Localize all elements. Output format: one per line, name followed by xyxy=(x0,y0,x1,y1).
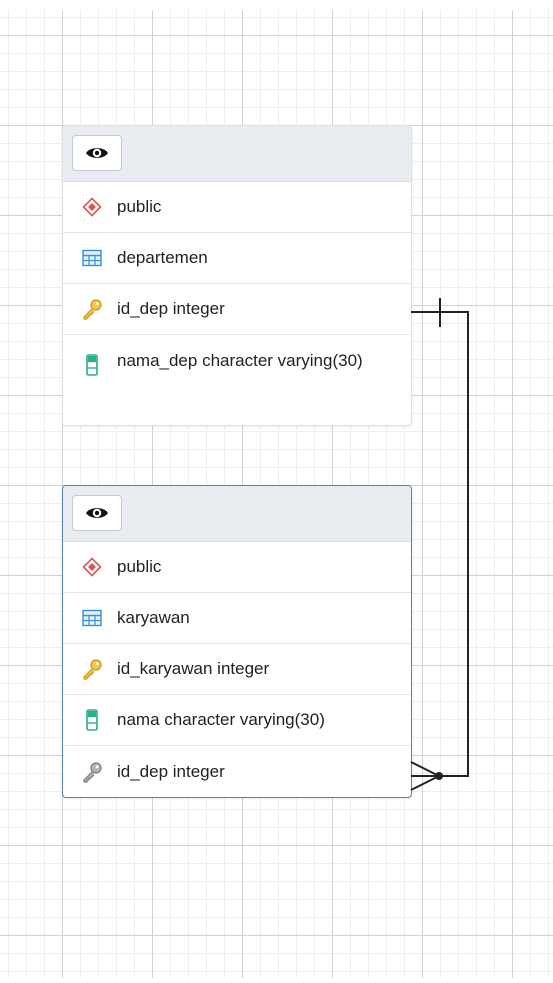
table-name-label: karyawan xyxy=(117,608,190,627)
foreign-key-icon xyxy=(80,760,104,784)
column-icon xyxy=(80,708,104,732)
relationship-junction-dot xyxy=(435,772,443,780)
schema-label: public xyxy=(117,557,162,576)
column-label: id_dep integer xyxy=(117,761,225,781)
eye-icon xyxy=(86,508,108,518)
primary-key-icon xyxy=(80,297,104,321)
column-row-nama[interactable]: nama character varying(30) xyxy=(63,695,411,746)
canvas-bottom-edge xyxy=(0,978,553,983)
column-row-id-dep[interactable]: id_dep integer xyxy=(63,284,411,335)
table-name-row[interactable]: departemen xyxy=(63,233,411,284)
eye-icon xyxy=(86,148,108,158)
table-icon xyxy=(80,246,104,270)
toggle-visibility-button[interactable] xyxy=(72,135,122,171)
column-row-id-dep-fk[interactable]: id_dep integer xyxy=(63,746,411,797)
column-label: id_karyawan integer xyxy=(117,659,270,678)
many-cardinality-marker xyxy=(410,775,440,791)
primary-key-icon xyxy=(80,657,104,681)
column-icon xyxy=(80,353,104,377)
column-label: id_dep integer xyxy=(117,299,225,318)
table-name-row[interactable]: karyawan xyxy=(63,593,411,644)
toggle-visibility-button[interactable] xyxy=(72,495,122,531)
table-node-header xyxy=(63,486,411,542)
column-label: nama character varying(30) xyxy=(117,710,325,729)
column-row-nama-dep[interactable]: nama_dep character varying(30) xyxy=(63,335,411,425)
schema-icon xyxy=(80,555,104,579)
schema-label: public xyxy=(117,197,162,216)
relationship-line[interactable] xyxy=(411,311,469,777)
canvas-top-edge xyxy=(0,0,553,10)
schema-row[interactable]: public xyxy=(63,182,411,233)
table-icon xyxy=(80,606,104,630)
column-row-id-karyawan[interactable]: id_karyawan integer xyxy=(63,644,411,695)
table-name-label: departemen xyxy=(117,248,208,267)
schema-row[interactable]: public xyxy=(63,542,411,593)
many-cardinality-marker xyxy=(410,761,440,777)
table-node-header xyxy=(63,126,411,182)
table-node-departemen[interactable]: public departemen id_dep integer nama_de… xyxy=(62,125,412,426)
schema-icon xyxy=(80,195,104,219)
column-label: nama_dep character varying(30) xyxy=(117,351,363,370)
table-node-karyawan[interactable]: public karyawan id_karyawan integer nama… xyxy=(62,485,412,798)
